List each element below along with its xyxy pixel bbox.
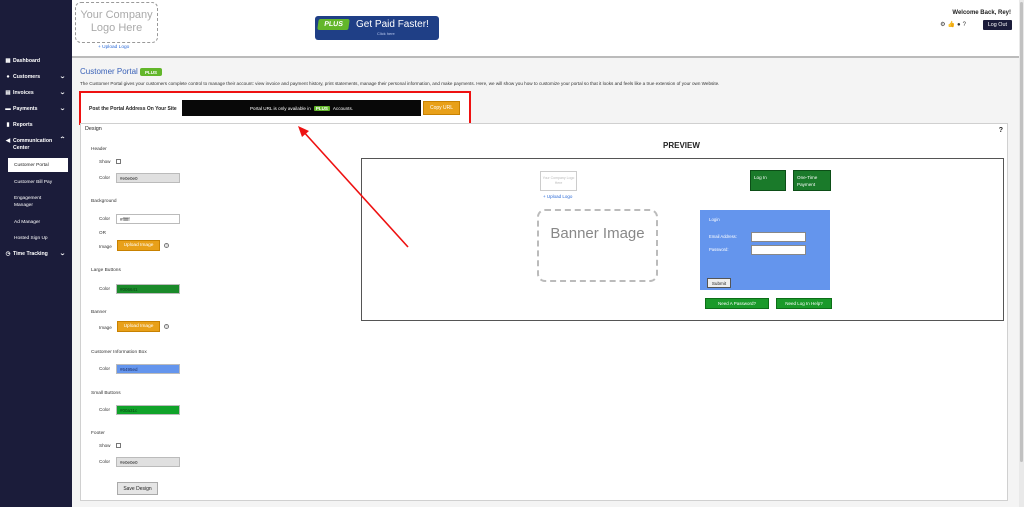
banner-section-label: Banner — [91, 310, 107, 315]
grid-icon: ▦ — [5, 58, 11, 64]
sidebar-subitem-hosted-sign-up[interactable]: Hosted Sign Up — [0, 232, 72, 244]
upload-logo-link[interactable]: + Upload Logo — [98, 45, 129, 50]
sidebar-item-payments[interactable]: ▬ Payments ⌄ — [0, 102, 72, 116]
user-icon: ● — [6, 74, 10, 80]
page-title: Customer Portal — [80, 67, 138, 76]
sidebar-item-invoices[interactable]: ▤ Invoices ⌄ — [0, 86, 72, 100]
header-section-label: Header — [91, 147, 107, 152]
large-buttons-color-input[interactable]: #006641 — [116, 284, 180, 294]
header-icon-group: ⚙👍●? — [940, 21, 968, 28]
plus-upgrade-banner[interactable]: PLUS Get Paid Faster! Click here — [315, 16, 439, 40]
header-show-label: Show — [99, 159, 111, 164]
chevron-down-icon: ⌄ — [59, 251, 66, 257]
megaphone-icon: ◀ — [5, 138, 11, 144]
portal-url-field: Portal URL is only available in PLUS Acc… — [182, 100, 421, 116]
small-buttons-section-label: Small Buttons — [91, 391, 121, 396]
footer-show-label: Show — [99, 443, 111, 448]
sidebar-subitem-customer-bill-pay[interactable]: Customer Bill Pay — [0, 176, 72, 188]
top-header: Your Company Logo Here + Upload Logo PLU… — [72, 0, 1019, 58]
bar-chart-icon: ▮ — [6, 122, 10, 128]
page-intro: The Customer Portal gives your customers… — [80, 81, 720, 86]
company-logo-placeholder[interactable]: Your Company Logo Here — [75, 2, 158, 43]
preview-banner-image: Banner Image — [537, 209, 658, 282]
background-image-label: Image — [99, 244, 112, 249]
sidebar-item-reports[interactable]: ▮ Reports — [0, 118, 72, 132]
preview-frame: Your Company Logo Here + Upload Logo Log… — [361, 158, 1004, 321]
gear-icon[interactable]: ⚙ — [940, 22, 947, 28]
customer-info-section-label: Customer Information Box — [91, 350, 147, 355]
sidebar-subitem-engagement-manager[interactable]: Engagement Manager — [0, 192, 58, 212]
preview-title: PREVIEW — [663, 141, 700, 150]
footer-color-input[interactable]: #e0e0e0 — [116, 457, 180, 467]
preview-login-button[interactable]: Log In — [750, 170, 786, 191]
chevron-up-icon: ⌃ — [59, 137, 66, 143]
plus-badge: PLUS — [140, 68, 162, 76]
need-password-button[interactable]: Need A Password? — [705, 298, 769, 309]
info-icon[interactable]: ? — [164, 243, 169, 248]
sidebar-item-dashboard[interactable]: ▦ Dashboard — [0, 54, 72, 68]
banner-upload-image-button[interactable]: Upload Image — [117, 321, 160, 332]
footer-show-checkbox[interactable] — [116, 443, 121, 448]
submit-button[interactable]: Submit — [707, 278, 731, 288]
preview-logo-placeholder: Your Company Logo Here — [540, 171, 577, 191]
small-buttons-color-label: Color — [99, 407, 110, 412]
chevron-down-icon: ⌄ — [59, 90, 66, 96]
preview-one-time-payment-button[interactable]: One-Time Payment — [793, 170, 831, 191]
help-icon[interactable]: ? — [999, 127, 1003, 134]
password-field[interactable] — [751, 245, 806, 255]
doc-icon: ▤ — [5, 90, 11, 96]
banner-image-label: Image — [99, 325, 112, 330]
plus-banner-subtext: Click here — [377, 31, 395, 36]
sidebar-subitem-customer-portal[interactable]: Customer Portal — [8, 158, 68, 172]
sidebar-subitem-ad-manager[interactable]: Ad Manager — [0, 216, 72, 228]
help-icon[interactable]: ? — [963, 22, 968, 28]
sidebar: ▦ Dashboard ● Customers ⌄ ▤ Invoices ⌄ ▬ Pay… — [0, 0, 72, 507]
copy-url-button[interactable]: Copy URL — [423, 101, 460, 115]
password-label: Password: — [709, 247, 729, 252]
portal-address-label: Post the Portal Address On Your Site — [89, 106, 177, 112]
card-icon: ▬ — [5, 106, 11, 112]
large-buttons-color-label: Color — [99, 286, 110, 291]
customer-info-color-input[interactable]: #6495ed — [116, 364, 180, 374]
portal-address-row: Post the Portal Address On Your Site Por… — [79, 91, 471, 125]
save-design-button[interactable]: Save Design — [117, 482, 158, 495]
thumbs-up-icon[interactable]: 👍 — [948, 22, 957, 28]
logout-button[interactable]: Log Out — [982, 20, 1012, 30]
email-field[interactable] — [751, 232, 806, 242]
chevron-down-icon: ⌄ — [59, 74, 66, 80]
preview-login-box: Login Email Address: Password: Submit — [700, 210, 830, 290]
vertical-scrollbar[interactable] — [1019, 0, 1024, 507]
plus-badge: PLUS — [317, 19, 350, 30]
info-icon[interactable]: ? — [164, 324, 169, 329]
need-login-help-button[interactable]: Need Log In Help? — [776, 298, 832, 309]
background-color-input[interactable]: #ffffff — [116, 214, 180, 224]
plus-banner-text: Get Paid Faster! — [356, 19, 429, 30]
clock-icon: ◷ — [5, 251, 11, 257]
sidebar-item-customers[interactable]: ● Customers ⌄ — [0, 70, 72, 84]
or-label: OR — [99, 230, 106, 235]
chevron-down-icon: ⌄ — [59, 106, 66, 112]
background-upload-image-button[interactable]: Upload Image — [117, 240, 160, 251]
design-panel-title: Design — [85, 126, 102, 132]
preview-upload-logo-link[interactable]: + Upload Logo — [543, 194, 572, 199]
header-color-label: Color — [99, 175, 110, 180]
login-box-title: Login — [709, 217, 720, 222]
background-section-label: Background — [91, 199, 117, 204]
header-show-checkbox[interactable] — [116, 159, 121, 164]
sidebar-item-time-tracking[interactable]: ◷ Time Tracking ⌄ — [0, 247, 72, 261]
small-buttons-color-input[interactable]: #00a31c — [116, 405, 180, 415]
email-label: Email Address: — [709, 234, 737, 239]
welcome-text: Welcome Back, Rey! — [952, 10, 1011, 16]
large-buttons-section-label: Large Buttons — [91, 268, 121, 273]
header-color-input[interactable]: #e0e0e0 — [116, 173, 180, 183]
scrollbar-thumb[interactable] — [1020, 2, 1023, 462]
footer-color-label: Color — [99, 459, 110, 464]
footer-section-label: Footer — [91, 431, 105, 436]
background-color-label: Color — [99, 216, 110, 221]
design-panel: Design ? Header Show Color #e0e0e0 Backg… — [80, 123, 1008, 501]
plus-badge: PLUS — [313, 105, 330, 111]
customer-info-color-label: Color — [99, 366, 110, 371]
sidebar-item-communication-center[interactable]: ◀ Communication Center ⌃ — [0, 135, 72, 155]
